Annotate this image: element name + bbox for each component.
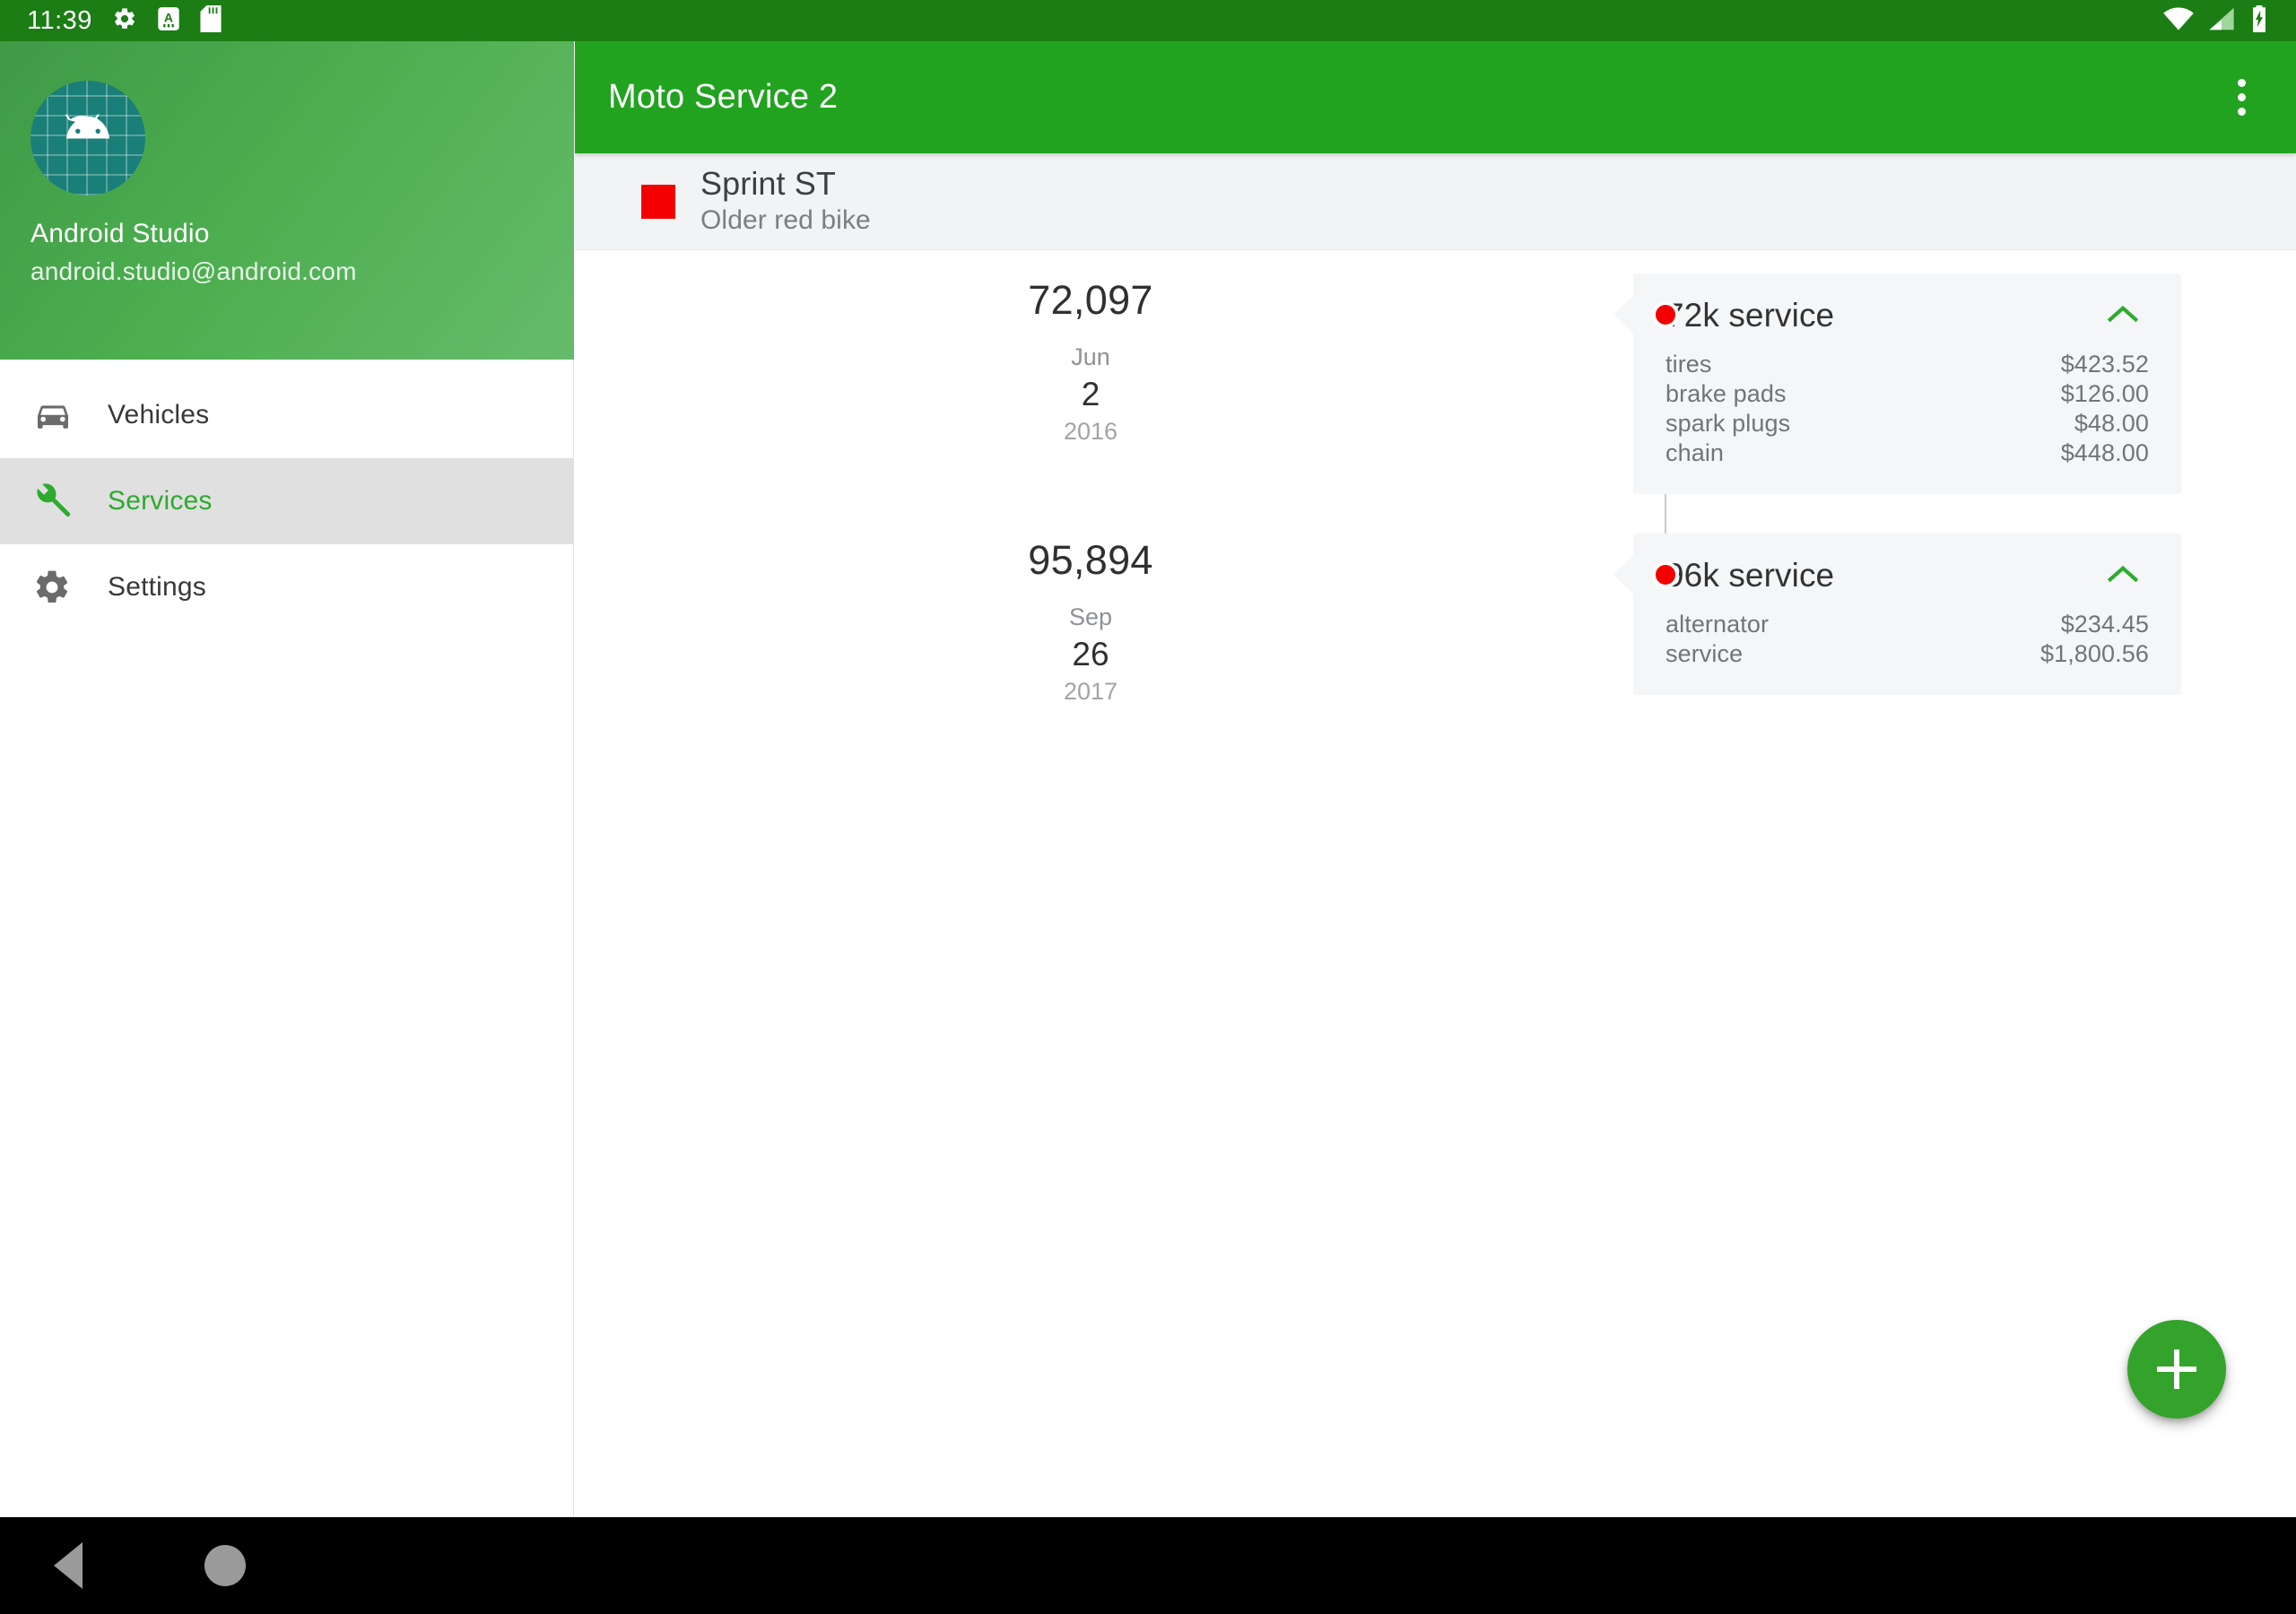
line-item-cost: $448.00 <box>2060 439 2149 466</box>
chevron-up-icon[interactable] <box>2097 558 2149 594</box>
page-title: Moto Service 2 <box>608 78 839 116</box>
vehicle-name: Sprint ST <box>700 164 836 202</box>
vehicle-header[interactable]: Sprint ST Older red bike <box>575 153 2296 250</box>
app-bar: Moto Service 2 <box>575 41 2296 153</box>
sidebar-item-services[interactable]: Services <box>0 458 573 544</box>
timeline-marker-dot <box>1653 302 1678 327</box>
line-item: tires $423.52 <box>1665 351 2149 380</box>
status-bar: 11:39 A <box>0 0 2296 41</box>
odometer-reading: 95,894 <box>1028 537 1153 583</box>
sidebar-item-label: Services <box>108 486 213 516</box>
service-timeline: 72,097 Jun 2 2016 72k service tires $423… <box>575 250 2296 706</box>
service-line-items: alternator $234.45 service $1,800.56 <box>1665 611 2149 670</box>
line-item-cost: $423.52 <box>2060 351 2149 377</box>
account-name: Android Studio <box>30 219 210 248</box>
line-item-name: chain <box>1665 439 1725 466</box>
add-service-fab[interactable] <box>2127 1320 2226 1419</box>
entry-day: 26 <box>1072 636 1109 672</box>
android-robot-icon <box>65 114 110 139</box>
service-card[interactable]: 96k service alternator $234.45 service $… <box>1613 534 2181 695</box>
vehicle-text: Sprint ST Older red bike <box>700 164 871 237</box>
entry-meta: 95,894 Sep 26 2017 <box>575 534 1606 706</box>
line-item-cost: $1,800.56 <box>2039 640 2149 667</box>
timeline-marker-dot <box>1653 562 1678 587</box>
drawer-account-header: Android Studio android.studio@android.co… <box>0 41 574 360</box>
service-line-items: tires $423.52 brake pads $126.00 spark p… <box>1665 351 2149 469</box>
navigation-drawer: Android Studio android.studio@android.co… <box>0 41 574 1517</box>
main-content: Moto Service 2 Sprint ST Older red bike … <box>575 41 2296 1517</box>
timeline-entry: 72,097 Jun 2 2016 72k service tires $423… <box>575 273 2296 494</box>
chevron-up-icon[interactable] <box>2097 298 2149 334</box>
timeline-entry: 95,894 Sep 26 2017 96k service alternato… <box>575 534 2296 706</box>
settings-gear-icon <box>112 6 137 36</box>
system-navigation-bar <box>0 1517 2296 1614</box>
app-screen: 11:39 A Android Studio android.studio@an… <box>0 0 2296 1614</box>
svg-text:A: A <box>164 10 173 24</box>
service-card-wrap: 72k service tires $423.52 brake pads $12… <box>1613 273 2296 494</box>
home-circle-icon[interactable] <box>204 1545 246 1586</box>
entry-meta: 72,097 Jun 2 2016 <box>575 273 1606 446</box>
entry-year: 2017 <box>1063 678 1118 705</box>
account-email: android.studio@android.com <box>30 257 357 285</box>
drawer-menu-list: Vehicles Services Settings <box>0 360 573 630</box>
wifi-icon <box>2163 6 2194 36</box>
service-card[interactable]: 72k service tires $423.52 brake pads $12… <box>1613 273 2181 494</box>
wrench-icon <box>32 482 86 521</box>
sidebar-item-label: Vehicles <box>108 400 210 430</box>
line-item-name: tires <box>1665 351 1712 377</box>
entry-year: 2016 <box>1063 418 1118 445</box>
sd-card-icon <box>200 4 222 37</box>
odometer-reading: 72,097 <box>1028 277 1153 323</box>
line-item: service $1,800.56 <box>1665 640 2149 670</box>
gear-icon <box>32 568 86 607</box>
entry-day: 2 <box>1081 376 1100 412</box>
car-icon <box>32 400 86 430</box>
entry-month: Jun <box>1071 343 1110 370</box>
sidebar-item-label: Settings <box>108 572 206 602</box>
line-item-name: brake pads <box>1665 380 1787 407</box>
entry-month: Sep <box>1068 603 1113 630</box>
line-item: alternator $234.45 <box>1665 611 2149 640</box>
avatar <box>30 81 145 195</box>
android-studio-a-icon: A <box>157 6 180 36</box>
line-item-cost: $126.00 <box>2060 380 2149 407</box>
line-item-name: spark plugs <box>1665 410 1791 437</box>
back-triangle-icon[interactable] <box>54 1542 83 1589</box>
vehicle-description: Older red bike <box>700 205 871 236</box>
cellular-signal-icon <box>2208 6 2235 36</box>
service-card-title: 96k service <box>1665 557 1835 594</box>
battery-charging-icon <box>2249 4 2269 37</box>
service-card-header[interactable]: 96k service <box>1665 557 2149 594</box>
status-bar-right <box>2163 4 2269 37</box>
sidebar-item-vehicles[interactable]: Vehicles <box>0 372 573 458</box>
line-item: brake pads $126.00 <box>1665 380 2149 410</box>
line-item-cost: $234.45 <box>2060 611 2149 638</box>
sidebar-item-settings[interactable]: Settings <box>0 544 573 630</box>
line-item: chain $448.00 <box>1665 439 2149 469</box>
line-item: spark plugs $48.00 <box>1665 410 2149 439</box>
service-card-header[interactable]: 72k service <box>1665 297 2149 334</box>
vehicle-color-swatch <box>641 184 675 219</box>
more-vertical-icon[interactable] <box>2229 66 2255 128</box>
status-time: 11:39 <box>27 5 92 35</box>
status-bar-left: 11:39 A <box>27 4 222 37</box>
plus-icon-vertical <box>2174 1349 2179 1389</box>
line-item-cost: $48.00 <box>2074 410 2149 437</box>
line-item-name: alternator <box>1665 611 1770 638</box>
service-card-title: 72k service <box>1665 297 1835 334</box>
line-item-name: service <box>1665 640 1744 667</box>
service-card-wrap: 96k service alternator $234.45 service $… <box>1613 534 2296 695</box>
